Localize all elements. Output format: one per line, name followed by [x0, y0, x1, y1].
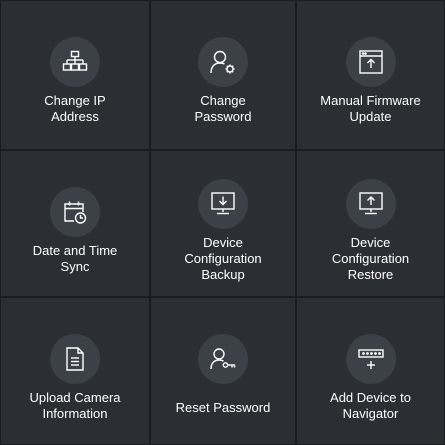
- tile-label: Change Password: [194, 93, 252, 124]
- tile-label: Date and Time Sync: [32, 243, 118, 274]
- network-icon: [50, 37, 100, 87]
- tile-label: Upload Camera Information: [29, 390, 121, 421]
- tile-label: Reset Password: [175, 400, 271, 415]
- calendar-clock-icon: [50, 187, 100, 237]
- date-and-time-sync-tile[interactable]: Date and Time Sync: [0, 150, 150, 297]
- manual-firmware-update-tile[interactable]: Manual Firmware Update: [296, 0, 445, 150]
- device-configuration-restore-tile[interactable]: Device Configuration Restore: [296, 150, 445, 297]
- tile-label: Device Configuration Restore: [331, 235, 410, 282]
- monitor-upload-icon: [345, 179, 396, 229]
- monitor-download-icon: [198, 179, 248, 229]
- upload-camera-information-tile[interactable]: Upload Camera Information: [0, 297, 150, 445]
- user-key-icon: [198, 334, 248, 384]
- document-icon: [50, 334, 100, 384]
- change-ip-address-tile[interactable]: Change IP Address: [0, 0, 150, 150]
- firmware-upload-icon: [345, 37, 396, 87]
- change-password-tile[interactable]: Change Password: [150, 0, 296, 150]
- tile-label: Device Configuration Backup: [184, 235, 262, 282]
- user-settings-icon: [198, 37, 248, 87]
- tile-label: Add Device to Navigator: [330, 390, 411, 421]
- tile-label: Manual Firmware Update: [320, 93, 421, 124]
- device-configuration-backup-tile[interactable]: Device Configuration Backup: [150, 150, 296, 297]
- tools-grid: Change IP Address Change Password Manual…: [0, 0, 445, 445]
- tile-label: Change IP Address: [44, 93, 106, 124]
- device-add-icon: [345, 334, 396, 384]
- add-device-to-navigator-tile[interactable]: Add Device to Navigator: [296, 297, 445, 445]
- reset-password-tile[interactable]: Reset Password: [150, 297, 296, 445]
